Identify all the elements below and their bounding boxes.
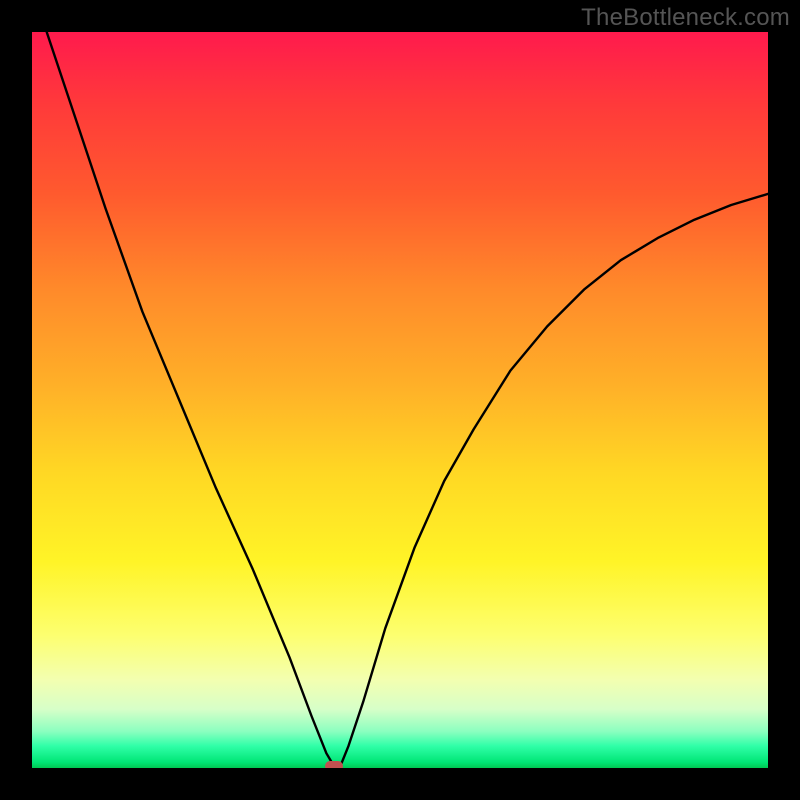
curve-svg bbox=[32, 32, 768, 768]
optimum-marker bbox=[325, 761, 343, 768]
plot-area bbox=[32, 32, 768, 768]
bottleneck-curve-path bbox=[47, 32, 768, 766]
attribution-text: TheBottleneck.com bbox=[581, 4, 790, 32]
chart-frame: TheBottleneck.com bbox=[0, 0, 800, 800]
